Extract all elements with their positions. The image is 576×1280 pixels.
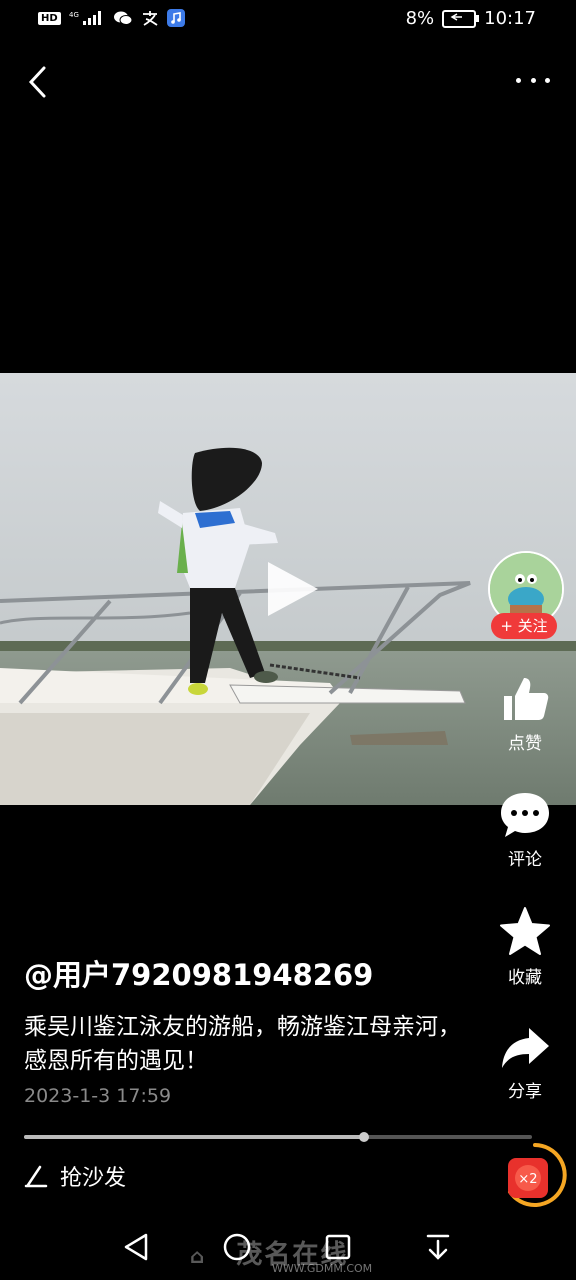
status-right: 8% 10:17 [406,8,536,29]
back-button[interactable] [26,64,56,100]
share-button[interactable]: 分享 [490,1024,560,1102]
watermark-url: WWW.GDMM.COM [272,1262,373,1275]
nav-dropdown-icon[interactable] [426,1232,450,1262]
video-progress-fill [24,1135,364,1139]
author-username[interactable]: @用户7920981948269 [24,952,373,994]
share-label: 分享 [508,1082,542,1102]
favorite-label: 收藏 [508,968,542,988]
reward-envelope-button[interactable]: ×2 [500,1140,570,1210]
wechat-icon [113,11,133,25]
chevron-left-icon [28,66,46,98]
status-bar: HD 4G 8% 10:17 [0,0,576,40]
clock: 10:17 [484,8,536,29]
battery-icon [442,9,480,28]
like-button[interactable]: 点赞 [490,674,560,754]
share-arrow-icon [502,1028,549,1068]
more-horizontal-icon [516,77,521,83]
alipay-icon [142,11,158,26]
comment-icon [501,793,549,837]
thumbs-up-icon [504,678,549,720]
follow-button[interactable]: + 关注 [491,613,557,639]
status-left: HD 4G [38,9,185,27]
svg-text:4G: 4G [69,11,79,19]
watermark-house-icon: ⌂ [190,1244,207,1268]
comment-placeholder: 抢沙发 [60,1166,127,1191]
play-button[interactable] [264,558,324,620]
reward-badge: ×2 [518,1172,537,1187]
red-envelope-icon: ×2 [508,1143,567,1207]
nav-back-icon[interactable] [122,1232,150,1262]
favorite-button[interactable]: 收藏 [490,906,560,988]
signal-icon: 4G [69,11,101,25]
star-icon [500,907,550,955]
video-progress-handle[interactable] [359,1132,369,1142]
battery-percent: 8% [405,8,435,29]
more-button[interactable] [516,70,550,90]
play-icon [268,562,318,616]
post-datetime: 2023-1-3 17:59 [24,1085,172,1107]
comment-button[interactable]: 评论 [490,790,560,870]
pencil-icon [24,1165,48,1188]
comment-label: 评论 [508,850,542,870]
comment-input[interactable]: 抢沙发 [24,1160,126,1192]
hd-icon: HD [38,11,61,25]
post-caption: 乘吴川鉴江泳友的游船，畅游鉴江母亲河，感恩所有的遇见！ [24,1014,461,1074]
music-app-icon [166,9,185,27]
like-label: 点赞 [508,734,542,754]
